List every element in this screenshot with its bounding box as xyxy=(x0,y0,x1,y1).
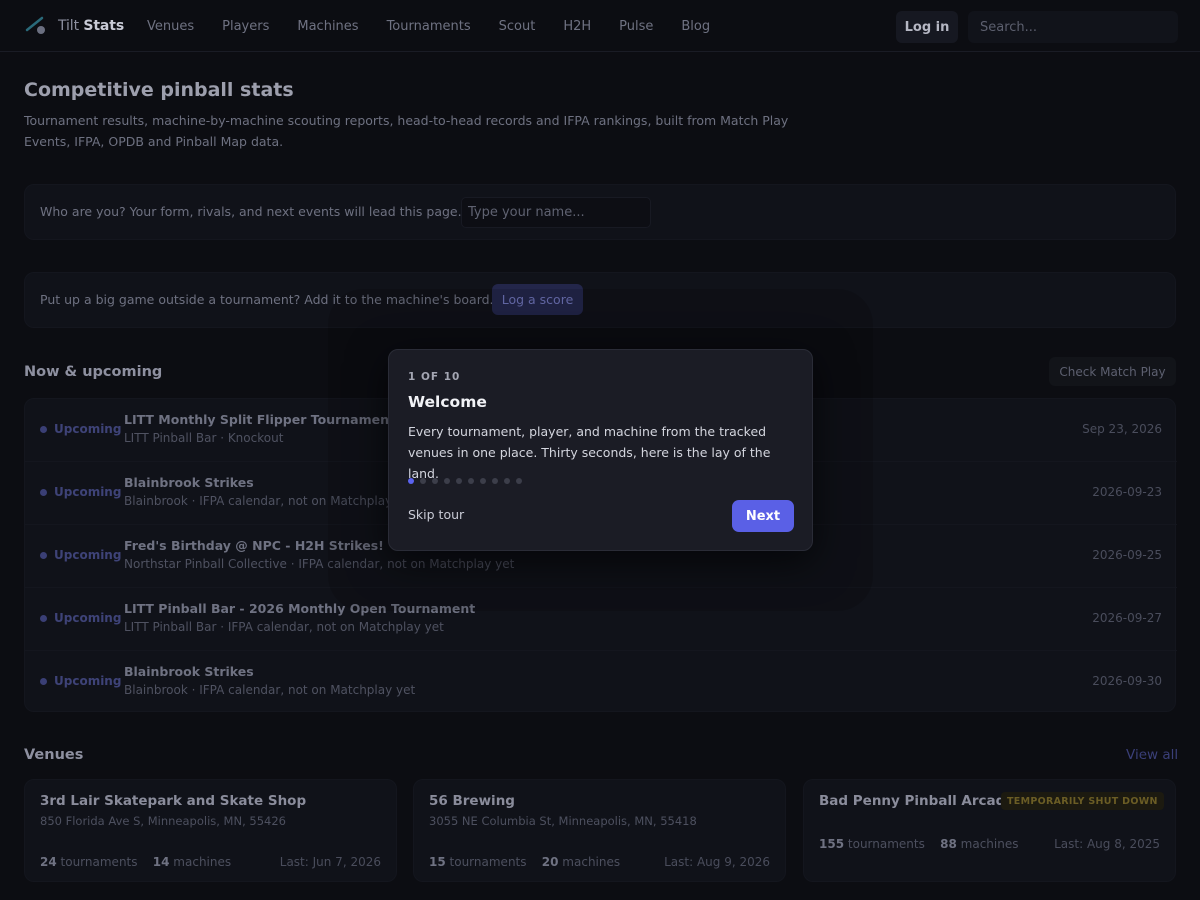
tour-step-dot xyxy=(408,478,414,484)
tour-step-dot xyxy=(504,478,510,484)
tour-title: Welcome xyxy=(408,393,487,411)
tour-body: Every tournament, player, and machine fr… xyxy=(408,424,771,481)
tour-step-counter: 1 OF 10 xyxy=(408,371,461,383)
tour-step-dot xyxy=(480,478,486,484)
tour-step-dot xyxy=(516,478,522,484)
tour-step-dot xyxy=(468,478,474,484)
skip-tour-button[interactable]: Skip tour xyxy=(408,507,464,522)
tour-progress-dots xyxy=(408,478,522,484)
next-button[interactable]: Next xyxy=(732,500,794,532)
tour-step-dot xyxy=(492,478,498,484)
tour-step-dot xyxy=(432,478,438,484)
tour-dialog: 1 OF 10 Welcome Every tournament, player… xyxy=(388,349,813,551)
tour-step-dot xyxy=(456,478,462,484)
tour-step-dot xyxy=(444,478,450,484)
tour-step-dot xyxy=(420,478,426,484)
